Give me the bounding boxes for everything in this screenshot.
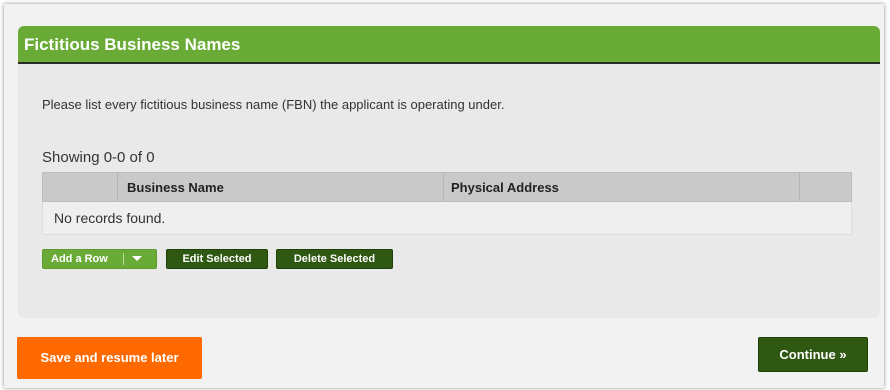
continue-button[interactable]: Continue » [758, 337, 868, 372]
chevron-down-icon[interactable] [132, 256, 142, 261]
column-header-physical-address[interactable]: Physical Address [451, 180, 559, 195]
section-instructions: Please list every fictitious business na… [42, 97, 505, 112]
add-row-label: Add a Row [51, 253, 108, 265]
add-row-button[interactable]: Add a Row [42, 249, 157, 269]
column-header-business-name[interactable]: Business Name [127, 180, 224, 195]
grid-header-row: Business Name Physical Address [42, 172, 852, 202]
record-count-label: Showing 0-0 of 0 [42, 149, 155, 166]
delete-selected-button[interactable]: Delete Selected [276, 249, 393, 269]
column-divider [443, 173, 444, 201]
section-header: Fictitious Business Names [18, 26, 880, 64]
dropdown-divider [123, 253, 124, 265]
fbn-section-panel: Fictitious Business Names Please list ev… [18, 26, 880, 318]
empty-message: No records found. [54, 210, 166, 226]
empty-grid-row: No records found. [42, 202, 852, 235]
column-divider [799, 173, 800, 201]
page-frame: Fictitious Business Names Please list ev… [4, 4, 884, 388]
section-title: Fictitious Business Names [24, 35, 241, 54]
save-and-resume-button[interactable]: Save and resume later [17, 337, 202, 379]
column-divider [117, 173, 118, 201]
edit-selected-button[interactable]: Edit Selected [166, 249, 268, 269]
